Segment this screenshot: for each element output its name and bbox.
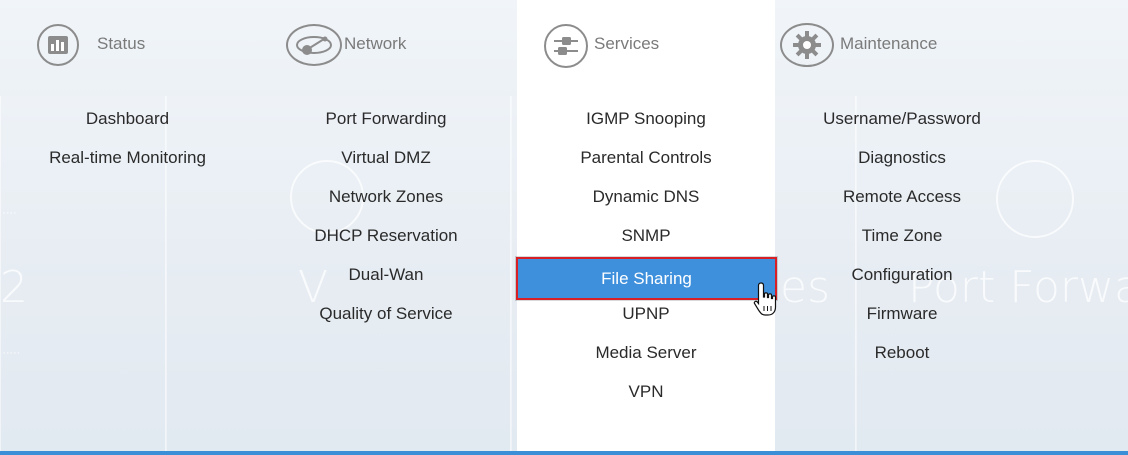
menu-item-remote-access[interactable]: Remote Access <box>775 181 1029 220</box>
menu-list: Dashboard Real-time Monitoring <box>0 103 255 181</box>
menu-header-label: Maintenance <box>840 34 938 53</box>
menu-overlay: 2 V es Port Forwar ᐧᐧᐧᐧ ᐧᐧᐧᐧᐧ Status Das… <box>0 0 1128 455</box>
accent-bar <box>0 451 1128 455</box>
menu-item-port-forwarding[interactable]: Port Forwarding <box>258 103 514 142</box>
menu-item-snmp[interactable]: SNMP <box>517 220 775 259</box>
menu-header-services[interactable]: Services <box>517 24 775 70</box>
menu-item-time-zone[interactable]: Time Zone <box>775 220 1029 259</box>
menu-item-diagnostics[interactable]: Diagnostics <box>775 142 1029 181</box>
menu-column-maintenance: Maintenance Username/Password Diagnostic… <box>775 0 1029 451</box>
menu-item-network-zones[interactable]: Network Zones <box>258 181 514 220</box>
menu-item-dual-wan[interactable]: Dual-Wan <box>258 259 514 298</box>
menu-header-label: Services <box>594 34 660 53</box>
hand-pointer-icon <box>753 282 777 316</box>
menu-item-firmware[interactable]: Firmware <box>775 298 1029 337</box>
menu-item-upnp[interactable]: UPNP <box>517 298 775 337</box>
menu-item-dhcp-reservation[interactable]: DHCP Reservation <box>258 220 514 259</box>
menu-item-vpn[interactable]: VPN <box>517 376 775 415</box>
menu-list: Username/Password Diagnostics Remote Acc… <box>775 103 1029 376</box>
menu-item-media-server[interactable]: Media Server <box>517 337 775 376</box>
menu-header-status[interactable]: Status <box>0 24 255 70</box>
menu-item-real-time-monitoring[interactable]: Real-time Monitoring <box>0 142 255 181</box>
menu-item-igmp-snooping[interactable]: IGMP Snooping <box>517 103 775 142</box>
gear-icon <box>780 23 834 67</box>
menu-item-reboot[interactable]: Reboot <box>775 337 1029 376</box>
menu-item-quality-of-service[interactable]: Quality of Service <box>258 298 514 337</box>
menu-column-services: Services IGMP Snooping Parental Controls… <box>516 0 777 451</box>
menu-item-dashboard[interactable]: Dashboard <box>0 103 255 142</box>
sliders-icon <box>544 24 588 68</box>
menu-header-maintenance[interactable]: Maintenance <box>775 23 1029 70</box>
menu-list: Port Forwarding Virtual DMZ Network Zone… <box>258 103 514 337</box>
menu-item-parental-controls[interactable]: Parental Controls <box>517 142 775 181</box>
menu-item-label: File Sharing <box>601 269 692 288</box>
menu-item-configuration[interactable]: Configuration <box>775 259 1029 298</box>
bar-chart-icon <box>37 24 79 66</box>
menu-header-network[interactable]: Network <box>258 24 514 70</box>
menu-column-status: Status Dashboard Real-time Monitoring <box>0 0 255 451</box>
menu-item-file-sharing[interactable]: File Sharing <box>516 257 777 300</box>
menu-item-virtual-dmz[interactable]: Virtual DMZ <box>258 142 514 181</box>
menu-header-label: Status <box>97 34 146 53</box>
menu-list: IGMP Snooping Parental Controls Dynamic … <box>516 103 777 415</box>
menu-column-network: Network Port Forwarding Virtual DMZ Netw… <box>258 0 514 451</box>
network-link-icon <box>286 24 342 66</box>
menu-item-dynamic-dns[interactable]: Dynamic DNS <box>517 181 775 220</box>
menu-item-username-password[interactable]: Username/Password <box>775 103 1029 142</box>
menu-header-label: Network <box>344 34 407 53</box>
